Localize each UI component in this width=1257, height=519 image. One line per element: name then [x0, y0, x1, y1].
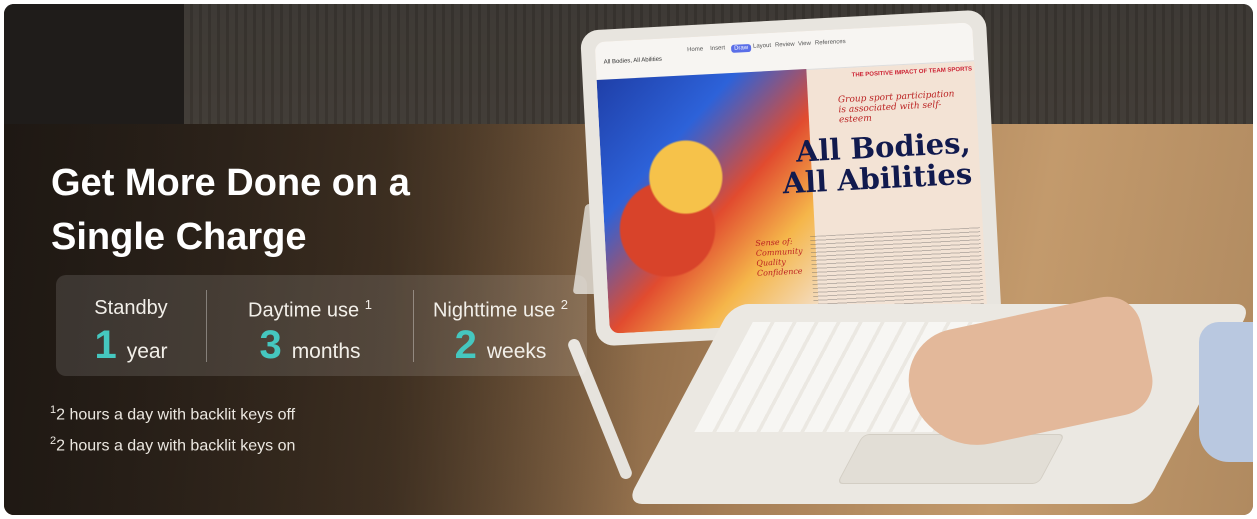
spec-label-text: Standby — [94, 297, 168, 319]
tab-references: References — [814, 38, 846, 47]
abstract-artwork — [596, 69, 820, 334]
spec-value: 3 — [259, 323, 282, 367]
spec-label-text: Nighttime use — [432, 299, 556, 322]
handwritten-annotation: Group sport participation is associated … — [837, 89, 955, 126]
spec-value: 2 — [454, 323, 477, 367]
spec-footnote-marker: 2 — [560, 297, 569, 312]
spec-daytime: Daytime use 1 3 months — [207, 275, 413, 376]
spec-label: Daytime use 1 — [207, 297, 413, 323]
headline: Get More Done on a Single Charge — [51, 156, 571, 264]
footnote-text: 2 hours a day with backlit keys on — [56, 437, 296, 455]
footnote-2: 22 hours a day with backlit keys on — [50, 428, 295, 459]
spec-unit: months — [291, 340, 361, 363]
article-text-column — [810, 227, 985, 316]
spec-value-row: 3 months — [207, 323, 413, 367]
spec-value: 1 — [94, 323, 117, 367]
tab-draw: Draw — [730, 43, 752, 53]
spec-standby: Standby 1 year — [56, 275, 206, 376]
promo-banner: Home Insert Draw Layout Review View Refe… — [4, 4, 1253, 515]
background-dark-corner — [4, 4, 184, 134]
spec-value-row: 1 year — [56, 323, 206, 367]
document-heading: All Bodies, All Abilities — [780, 126, 973, 201]
trackpad — [836, 434, 1066, 484]
footnote-1: 12 hours a day with backlit keys off — [50, 397, 295, 428]
spec-footnote-marker: 1 — [364, 297, 372, 312]
battery-specs-panel: Standby 1 year Daytime use 1 3 months Ni… — [56, 275, 587, 376]
spec-nighttime: Nighttime use 2 2 weeks — [414, 275, 587, 376]
spec-unit: year — [126, 340, 168, 363]
document-kicker: THE POSITIVE IMPACT OF TEAM SPORTS — [851, 66, 973, 79]
headline-line2: Single Charge — [51, 216, 307, 258]
spec-label-text: Daytime use — [248, 299, 360, 322]
tablet-screen: Home Insert Draw Layout Review View Refe… — [594, 22, 988, 334]
tab-insert: Insert — [709, 45, 726, 53]
tab-review: Review — [774, 41, 795, 49]
footnote-text: 2 hours a day with backlit keys off — [56, 406, 296, 424]
document-heading-line2: All Abilities — [781, 156, 973, 201]
tab-view: View — [797, 40, 812, 48]
tab-home: Home — [687, 46, 704, 54]
spec-label: Standby — [56, 297, 206, 320]
shirt-sleeve — [1199, 322, 1253, 462]
headline-line1: Get More Done on a — [51, 162, 410, 204]
spec-unit: weeks — [486, 340, 547, 363]
spec-value-row: 2 weeks — [414, 323, 587, 367]
tab-layout: Layout — [752, 42, 772, 50]
document-title: All Bodies, All Abilities — [603, 56, 663, 66]
tablet-device: Home Insert Draw Layout Review View Refe… — [580, 9, 1002, 347]
handwritten-notes: Sense of: Community Quality Confidence — [755, 237, 804, 279]
spec-label: Nighttime use 2 — [414, 297, 587, 323]
footnotes: 12 hours a day with backlit keys off 22 … — [50, 397, 295, 460]
